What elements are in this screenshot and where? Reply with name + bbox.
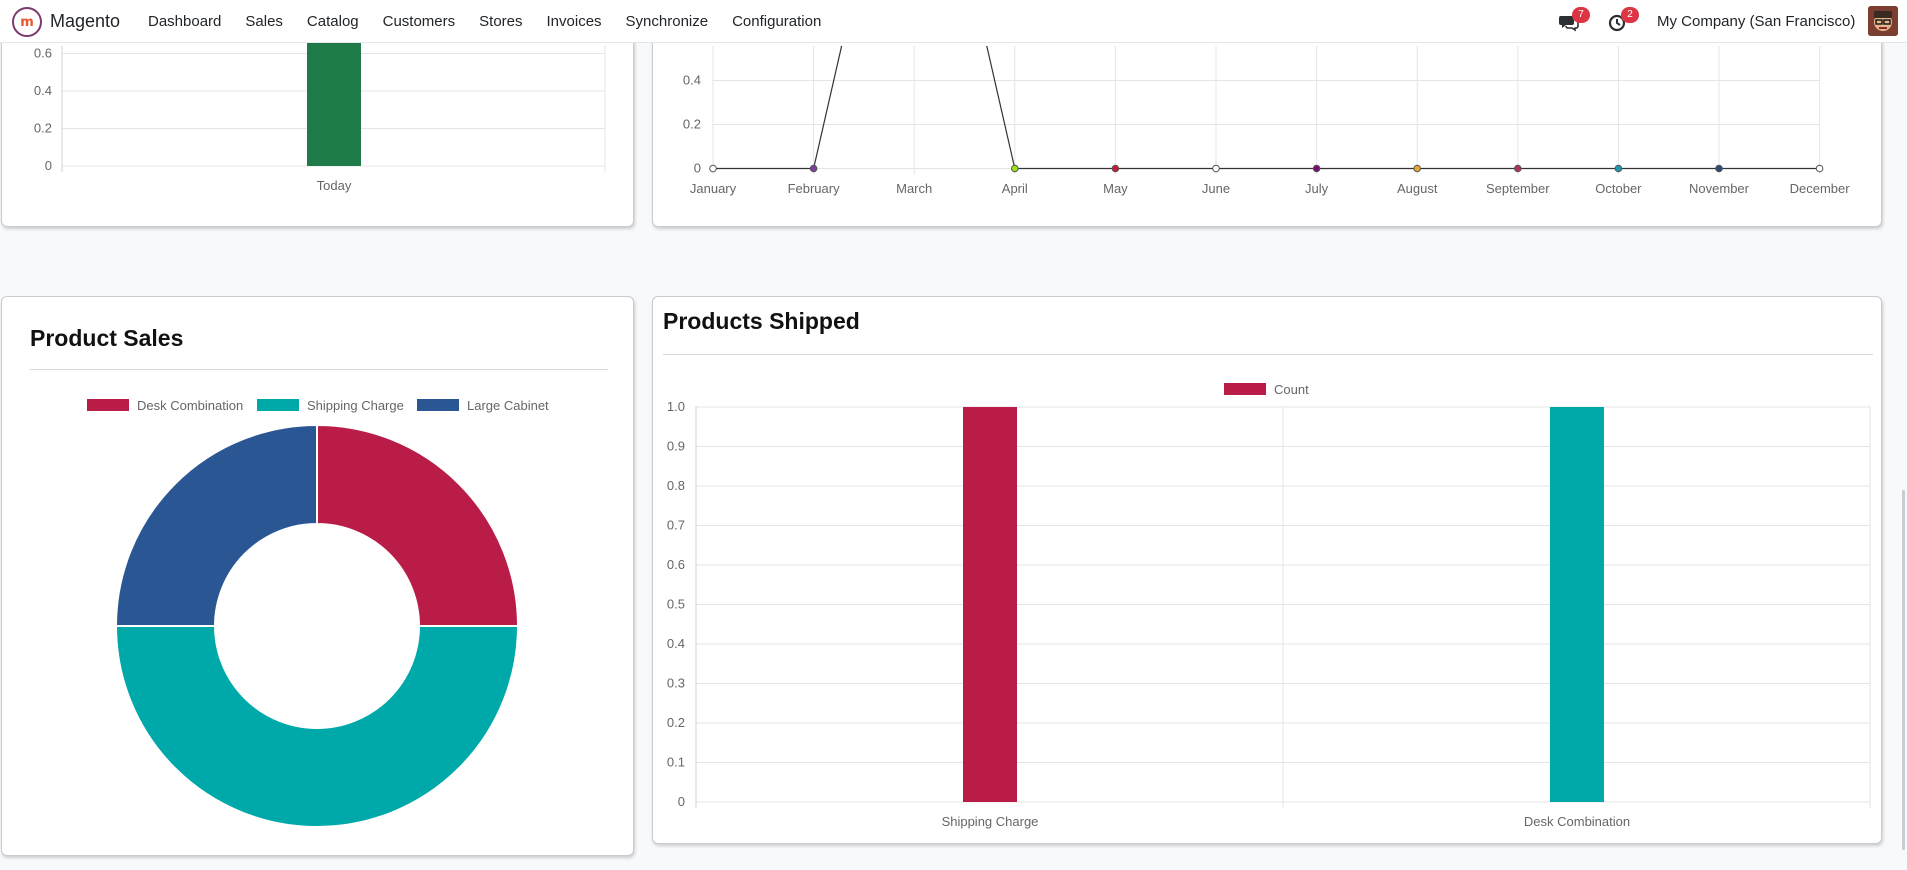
y-tick-label: 0.1 [667, 755, 685, 770]
company-switcher[interactable]: My Company (San Francisco) [1657, 13, 1855, 30]
series-point [1011, 164, 1019, 173]
top-navbar: m Magento Dashboard Sales Catalog Custom… [0, 0, 1907, 43]
x-tick-label: February [788, 181, 841, 196]
series-point [709, 164, 717, 173]
y-tick-label: 0 [678, 794, 685, 809]
menu-item-stores[interactable]: Stores [479, 13, 522, 30]
y-tick-label: 0.4 [683, 73, 701, 88]
menu-item-invoices[interactable]: Invoices [547, 13, 602, 30]
bar-desk-combination [1550, 407, 1604, 802]
y-tick-label: 0 [45, 158, 52, 173]
series-point [1715, 164, 1723, 173]
y-tick-label: 0.9 [667, 439, 685, 454]
x-tick-label: November [1689, 181, 1750, 196]
menu-item-sales[interactable]: Sales [245, 13, 283, 30]
magento-logo-icon[interactable]: m [12, 7, 42, 37]
y-tick-label: 0.4 [667, 636, 685, 651]
activities-badge: 2 [1621, 7, 1639, 23]
x-tick-label: Today [317, 178, 352, 193]
x-tick-label: June [1202, 181, 1230, 196]
main-menu: Dashboard Sales Catalog Customers Stores… [148, 0, 845, 43]
user-avatar-image [1868, 6, 1898, 36]
x-tick-label: Desk Combination [1524, 814, 1630, 829]
legend-swatch [417, 399, 459, 411]
series-point [1614, 164, 1623, 173]
x-tick-label: July [1305, 181, 1329, 196]
legend-swatch [1224, 383, 1266, 395]
bar-shipping-charge [963, 407, 1017, 802]
menu-item-dashboard[interactable]: Dashboard [148, 13, 221, 30]
series-point [1413, 164, 1421, 173]
avatar[interactable] [1868, 6, 1898, 36]
x-tick-label: September [1486, 181, 1550, 196]
pie-slice [114, 423, 318, 627]
series-point [809, 164, 818, 173]
y-tick-label: 0.6 [34, 46, 52, 61]
legend-label: Large Cabinet [467, 398, 549, 413]
y-tick-label: 0.3 [667, 676, 685, 691]
app-name[interactable]: Magento [50, 11, 120, 32]
series-point [1312, 164, 1321, 173]
menu-item-configuration[interactable]: Configuration [732, 13, 821, 30]
y-tick-label: 0.2 [667, 715, 685, 730]
x-tick-label: October [1595, 181, 1642, 196]
x-tick-label: May [1103, 181, 1128, 196]
x-tick-label: January [690, 181, 737, 196]
charts-layer: 0 0.2 0.4 0.6 Today 0 0.2 0.4 January February Mar… [34, 0, 1871, 829]
page-scrollbar[interactable] [1902, 490, 1905, 850]
messages-button[interactable]: 7 [1558, 7, 1590, 33]
menu-item-customers[interactable]: Customers [383, 13, 456, 30]
x-tick-label: March [896, 181, 932, 196]
pie-slice [316, 423, 520, 627]
y-tick-label: 0 [694, 161, 701, 176]
y-tick-label: 0.2 [34, 121, 52, 136]
series-point [1514, 164, 1522, 173]
y-tick-label: 0.8 [667, 478, 685, 493]
series-point [1815, 164, 1824, 173]
legend-swatch [257, 399, 299, 411]
x-tick-label: December [1790, 181, 1851, 196]
y-tick-label: 0.4 [34, 83, 52, 98]
y-tick-label: 1.0 [667, 399, 685, 414]
y-tick-label: 0.5 [667, 597, 685, 612]
menu-item-synchronize[interactable]: Synchronize [626, 13, 709, 30]
legend-label: Shipping Charge [307, 398, 404, 413]
legend-swatch [87, 399, 129, 411]
pie-slice [114, 625, 520, 828]
activities-button[interactable]: 2 [1607, 7, 1639, 33]
y-tick-label: 0.7 [667, 518, 685, 533]
messages-badge: 7 [1572, 7, 1590, 23]
series-point [1111, 164, 1120, 173]
y-tick-label: 0.6 [667, 557, 685, 572]
legend-label: Desk Combination [137, 398, 243, 413]
x-tick-label: April [1002, 181, 1028, 196]
x-tick-label: August [1397, 181, 1438, 196]
y-tick-label: 0.2 [683, 117, 701, 132]
series-point [1212, 164, 1220, 173]
legend-label: Count [1274, 382, 1309, 397]
menu-item-catalog[interactable]: Catalog [307, 13, 359, 30]
x-tick-label: Shipping Charge [942, 814, 1039, 829]
